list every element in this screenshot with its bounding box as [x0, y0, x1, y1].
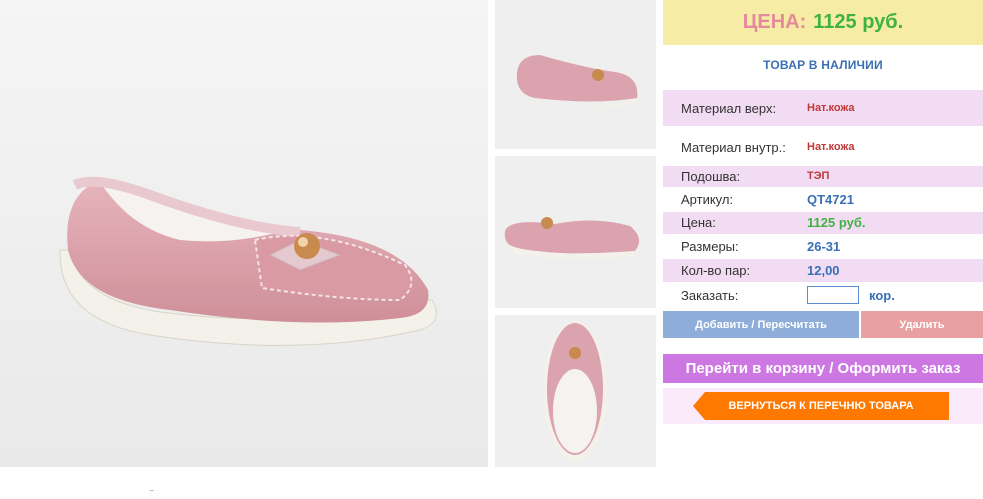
spec-key: Цена:	[681, 215, 716, 230]
delete-button[interactable]: Удалить	[861, 311, 983, 338]
add-recalc-button[interactable]: Добавить / Пересчитать	[663, 311, 859, 338]
price-label: ЦЕНА:	[742, 11, 807, 33]
spec-value: ТЭП	[807, 170, 830, 182]
order-unit: кор.	[869, 288, 895, 303]
spec-value: QT4721	[807, 192, 854, 207]
main-product-image[interactable]	[0, 0, 488, 467]
price-value: 1125 руб.	[813, 11, 904, 33]
spec-key: Подошва:	[681, 169, 741, 184]
spec-value: Нат.кожа	[807, 102, 855, 114]
spec-key: Кол-во пар:	[681, 263, 751, 278]
spec-row-sizes: Размеры: 26-31	[663, 235, 983, 258]
spec-row-inner-material: Материал внутр.: Нат.кожа	[663, 130, 983, 163]
spec-key: Материал верх:	[681, 101, 777, 116]
back-button-container: ВЕРНУТЬСЯ К ПЕРЕЧНЮ ТОВАРА	[663, 388, 983, 424]
spec-key: Материал внутр.:	[681, 140, 786, 155]
spec-value: 1125 руб.	[807, 215, 866, 230]
order-label: Заказать:	[681, 288, 739, 303]
spec-row-article: Артикул: QT4721	[663, 189, 983, 211]
spec-key: Размеры:	[681, 239, 739, 254]
back-to-list-button[interactable]: ВЕРНУТЬСЯ К ПЕРЕЧНЮ ТОВАРА	[693, 392, 949, 420]
stock-status: ТОВАР В НАЛИЧИИ	[763, 58, 883, 72]
spec-value: 26-31	[807, 239, 841, 254]
thumbnail-top-view[interactable]	[495, 315, 656, 467]
thumbnail-angle-view[interactable]	[495, 156, 656, 308]
thumbnail-side-view[interactable]	[495, 0, 656, 149]
spec-value: Нат.кожа	[807, 141, 855, 153]
quantity-input[interactable]	[807, 286, 859, 304]
price-banner: ЦЕНА: 1125 руб.	[663, 0, 983, 45]
spec-row-pairs: Кол-во пар: 12,00	[663, 259, 983, 282]
spec-key: Артикул:	[681, 192, 734, 207]
spec-row-upper-material: Материал верх: Нат.кожа	[663, 90, 983, 126]
spec-row-sole: Подошва: ТЭП	[663, 166, 983, 187]
divider-mark	[145, 490, 155, 497]
go-to-cart-button[interactable]: Перейти в корзину / Оформить заказ	[663, 354, 983, 383]
spec-row-price: Цена: 1125 руб.	[663, 212, 983, 234]
spec-value: 12,00	[807, 263, 840, 278]
